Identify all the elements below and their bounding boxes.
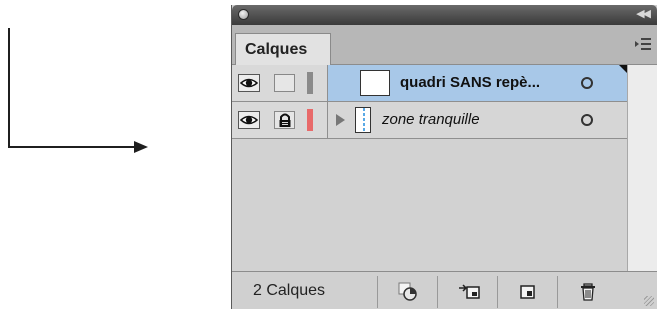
panel-tabbar: Calques	[232, 25, 657, 65]
layers-list: quadri SANS repè... zone tranquille	[232, 65, 627, 271]
layer-count: 2 Calques	[253, 282, 326, 299]
lock-toggle[interactable]	[274, 74, 295, 92]
new-sublayer-icon	[459, 284, 480, 299]
connector-line-vertical	[8, 28, 10, 148]
layer-color-bar	[307, 109, 313, 131]
arrow-head-icon	[134, 141, 148, 153]
selection-indicator	[619, 65, 627, 73]
new-sublayer-button[interactable]	[437, 276, 497, 308]
target-circle-icon[interactable]	[581, 77, 593, 89]
layer-name[interactable]: quadri SANS repè...	[400, 74, 540, 91]
layer-controls	[232, 65, 328, 101]
layer-color-bar	[307, 72, 313, 94]
eye-icon[interactable]	[238, 111, 260, 129]
expand-triangle-icon[interactable]	[336, 114, 345, 126]
eye-icon[interactable]	[238, 74, 260, 92]
layer-controls	[232, 102, 328, 138]
new-layer-button[interactable]	[497, 276, 557, 308]
panel-titlebar[interactable]: ◀◀	[232, 5, 657, 25]
clipping-mask-icon	[398, 282, 417, 301]
panel-footer: 2 Calques	[232, 271, 657, 309]
target-circle-icon[interactable]	[581, 114, 593, 126]
scrollbar[interactable]	[627, 65, 657, 271]
layer-row-zone[interactable]: zone tranquille	[232, 102, 627, 139]
layer-name[interactable]: zone tranquille	[382, 111, 480, 128]
close-icon[interactable]	[238, 9, 249, 20]
new-layer-icon	[520, 285, 535, 299]
layer-row-quadri[interactable]: quadri SANS repè...	[232, 65, 627, 102]
resize-grip-icon[interactable]	[644, 296, 654, 306]
layers-panel: ◀◀ Calques quadri SANS repè... zone tran…	[231, 5, 657, 309]
double-chevron-icon[interactable]: ◀◀	[636, 7, 651, 20]
panel-menu-icon[interactable]	[635, 38, 651, 50]
delete-layer-button[interactable]	[557, 276, 617, 308]
lock-icon[interactable]	[274, 111, 295, 129]
tab-label: Calques	[245, 41, 308, 58]
tab-calques[interactable]: Calques	[235, 33, 331, 65]
layer-thumbnail	[355, 107, 371, 133]
connector-line-horizontal	[8, 146, 136, 148]
clipping-mask-button[interactable]	[377, 276, 437, 308]
trash-icon	[581, 283, 595, 301]
layer-thumbnail	[360, 70, 390, 96]
